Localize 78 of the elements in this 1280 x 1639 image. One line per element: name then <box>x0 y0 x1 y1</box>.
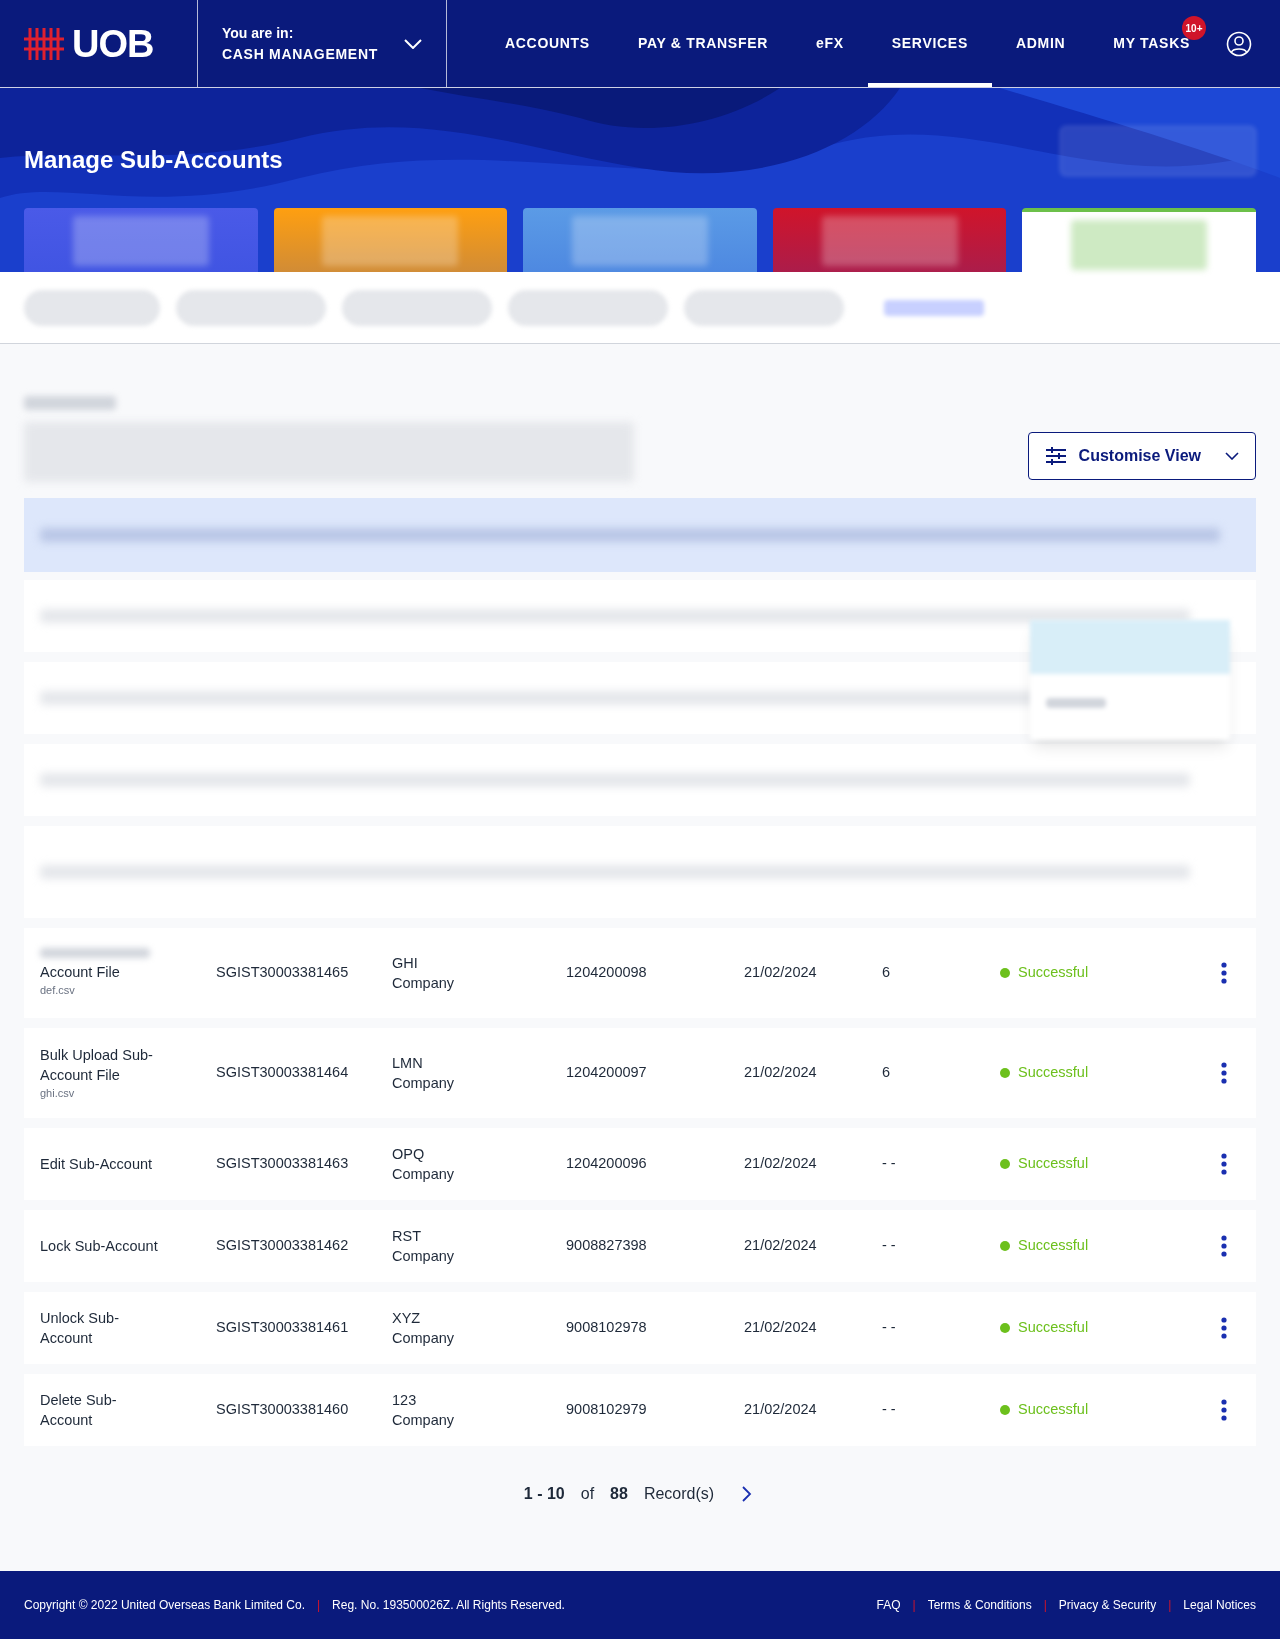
table-cell-text: 21/02/2024 <box>744 1063 818 1083</box>
customise-view-button[interactable]: Customise View <box>1027 432 1256 480</box>
table-cell-text: 1204200098 <box>566 963 648 983</box>
footer-link[interactable]: Legal Notices <box>1183 1596 1256 1614</box>
table-cell-text: SGIST30003381464 <box>216 1063 350 1083</box>
sliders-icon <box>1044 446 1067 466</box>
table-cell-text: - - <box>882 1400 897 1420</box>
table-cell-text: - - <box>882 1154 897 1174</box>
table-cell-text: SGIST30003381460 <box>216 1400 350 1420</box>
logo-text: UOB <box>72 24 154 63</box>
nav-tab[interactable]: MY TASKS 10+ <box>1089 0 1214 87</box>
table-cell-text: - - <box>882 1318 897 1338</box>
table-cell-text: Lock Sub-Account <box>40 1237 159 1256</box>
footer-link[interactable]: Terms & Conditions <box>927 1596 1032 1614</box>
table-cell-text: 6 <box>882 1063 892 1083</box>
table-cell-text: - - <box>882 1236 897 1256</box>
table-cell-text: 21/02/2024 <box>744 1400 818 1420</box>
profile-icon <box>1226 30 1252 57</box>
nav-tab[interactable]: PAY & TRANSFER <box>613 0 792 87</box>
logo-icon <box>24 25 64 62</box>
table-cell-text: OPQ Company <box>392 1145 456 1184</box>
table-cell-text: 9008102979 <box>566 1400 648 1420</box>
page-of-label: of <box>580 1484 595 1504</box>
table-cell-text: 9008102978 <box>566 1318 648 1338</box>
file-name: def.csv <box>40 983 76 998</box>
table-cell-text: 21/02/2024 <box>744 1318 818 1338</box>
kebab-menu-icon <box>1221 1062 1227 1084</box>
nav-tab[interactable]: eFX <box>792 0 868 87</box>
table-cell-text: SGIST30003381465 <box>216 963 350 983</box>
table-cell-text: 1204200096 <box>566 1154 648 1174</box>
kebab-menu-icon <box>1221 962 1227 984</box>
nav-tab[interactable]: ADMIN <box>991 0 1090 87</box>
footer-link[interactable]: Privacy & Security <box>1058 1596 1157 1614</box>
table-cell-text: RST Company <box>392 1227 456 1266</box>
chevron-down-icon <box>1225 452 1239 460</box>
footer-link[interactable]: FAQ <box>876 1596 901 1614</box>
separator: | <box>1043 1597 1047 1614</box>
status-text: Successful <box>1018 1318 1089 1338</box>
status-text: Successful <box>1018 963 1089 983</box>
separator: | <box>1168 1597 1172 1614</box>
table-cell-text: GHI Company <box>392 954 456 993</box>
table-cell-text: SGIST30003381462 <box>216 1236 350 1256</box>
table-cell-text: 21/02/2024 <box>744 1154 818 1174</box>
kebab-menu-icon <box>1221 1153 1227 1175</box>
table-cell-text: Account File <box>40 963 121 982</box>
table-cell-text: Edit Sub-Account <box>40 1155 154 1174</box>
kebab-menu-icon <box>1221 1235 1227 1257</box>
context-selector[interactable]: You are in: CASH MANAGEMENT <box>198 0 447 87</box>
records-label: Record(s) <box>643 1484 715 1504</box>
footer-text: Copyright © 2022 United Overseas Bank Limited Co. <box>24 1597 305 1614</box>
table-cell-text: 21/02/2024 <box>744 1236 818 1256</box>
status-text: Successful <box>1018 1063 1089 1083</box>
status-text: Successful <box>1018 1400 1089 1420</box>
file-name: ghi.csv <box>40 1086 76 1101</box>
table-cell-text: LMN Company <box>392 1054 456 1093</box>
status-text: Successful <box>1018 1154 1089 1174</box>
kebab-menu-icon <box>1221 1399 1227 1421</box>
table-cell-text: Bulk Upload Sub-Account File <box>40 1046 154 1085</box>
table-cell-text: Unlock Sub-Account <box>40 1309 120 1348</box>
footer-text: Reg. No. 193500026Z. All Rights Reserved. <box>332 1597 565 1614</box>
table-cell-text: SGIST30003381461 <box>216 1318 350 1338</box>
table-cell-text: 6 <box>882 963 892 983</box>
table-cell-text: XYZ Company <box>392 1309 456 1348</box>
separator: | <box>317 1597 321 1614</box>
table-cell-text: 21/02/2024 <box>744 963 818 983</box>
table-cell-text: 9008827398 <box>566 1236 648 1256</box>
kebab-menu-icon <box>1221 1317 1227 1339</box>
chevron-down-icon <box>404 38 422 49</box>
separator: | <box>912 1597 916 1614</box>
status-text: Successful <box>1018 1236 1089 1256</box>
table-cell-text: Delete Sub-Account <box>40 1391 118 1430</box>
table-cell-text: 123 Company <box>392 1391 456 1430</box>
table-cell-text: SGIST30003381463 <box>216 1154 350 1174</box>
page-range: 1 - 10 <box>523 1484 565 1504</box>
record-total: 88 <box>610 1484 628 1504</box>
table-cell-text: 1204200097 <box>566 1063 648 1083</box>
page-title: Manage Sub-Accounts <box>24 145 283 175</box>
nav-tab[interactable]: ACCOUNTS <box>480 0 614 87</box>
